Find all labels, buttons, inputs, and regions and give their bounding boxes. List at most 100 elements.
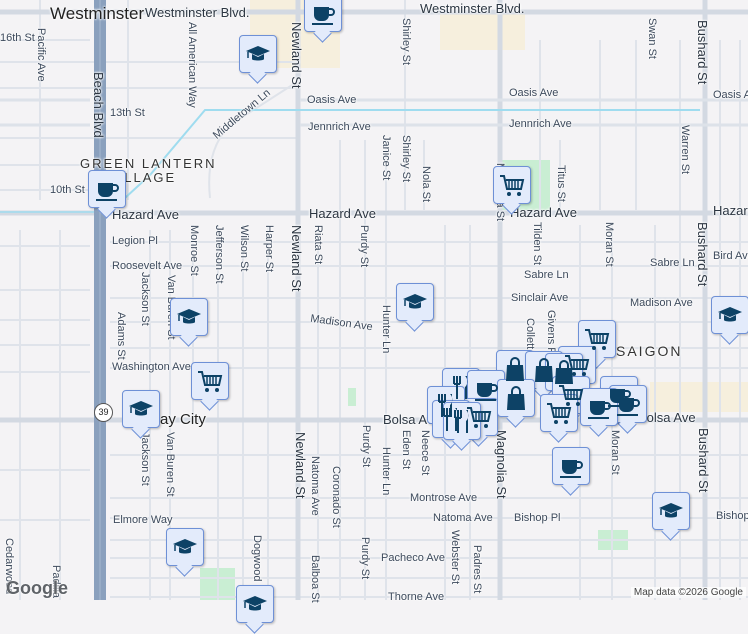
street-label: Purdy St bbox=[359, 537, 371, 580]
canal bbox=[124, 109, 700, 199]
street-label: Hazard Ave bbox=[112, 207, 179, 222]
street-label: Janice St bbox=[380, 135, 392, 181]
street-label: Dogwood bbox=[251, 535, 263, 582]
neighborhood-label: GREEN LANTERN bbox=[80, 156, 217, 171]
restaurant-marker[interactable] bbox=[443, 402, 481, 440]
street-label: Jennrich Ave bbox=[308, 121, 371, 133]
grocery-marker[interactable] bbox=[540, 394, 578, 432]
school-icon bbox=[173, 539, 197, 554]
street-label: Magnolia St bbox=[494, 430, 509, 499]
school-marker[interactable] bbox=[166, 528, 204, 566]
street-label: Oasis Ave bbox=[509, 87, 559, 99]
street-label: Pacific Ave bbox=[35, 28, 47, 82]
route-39-shield: 39 bbox=[94, 403, 113, 422]
street-label: Padres St bbox=[471, 545, 483, 594]
street-label: 13th St bbox=[110, 107, 145, 119]
street-label: Washington Ave bbox=[112, 361, 191, 373]
school-marker[interactable] bbox=[239, 35, 277, 73]
street-label: Bushard St bbox=[696, 428, 711, 493]
cart-icon bbox=[585, 329, 610, 350]
google-logo: Google bbox=[6, 578, 68, 598]
street-label: Roosevelt Ave bbox=[112, 260, 183, 272]
map-attribution[interactable]: Map data ©2026 Google bbox=[630, 587, 746, 598]
coffee-icon bbox=[588, 401, 611, 419]
street-label: Thorne Ave bbox=[388, 591, 445, 603]
street-label: Jefferson St bbox=[213, 225, 225, 284]
street-label: Natoma Ave bbox=[433, 512, 493, 524]
street-label: Westminster Blvd. bbox=[420, 1, 525, 16]
street-label: Hazard Ave bbox=[510, 205, 577, 220]
neighborhood-label: SAIGON bbox=[616, 343, 683, 359]
school-marker[interactable] bbox=[711, 296, 748, 334]
shopping-marker[interactable] bbox=[496, 350, 534, 388]
cafe-marker[interactable] bbox=[552, 447, 590, 485]
coffee-icon bbox=[96, 183, 119, 201]
city-label: Westminster bbox=[50, 4, 145, 23]
street-label: Purdy St bbox=[360, 425, 372, 468]
cafe-marker[interactable] bbox=[304, 0, 342, 32]
street-label: Sabre Ln bbox=[524, 269, 569, 281]
school-icon bbox=[129, 401, 153, 416]
street-label: Shirley St bbox=[400, 135, 412, 183]
grocery-marker[interactable] bbox=[191, 362, 229, 400]
street-label: Hazard Ave bbox=[309, 206, 376, 221]
street-label: Webster St bbox=[449, 530, 461, 585]
school-icon bbox=[718, 307, 742, 322]
school-marker[interactable] bbox=[236, 585, 274, 623]
street-label: Oasis Ave bbox=[713, 89, 748, 101]
coffee-icon bbox=[617, 398, 640, 416]
street-label: Bishop Pl bbox=[716, 510, 748, 522]
coffee-icon bbox=[560, 460, 583, 478]
street-label: Bushard St bbox=[695, 20, 710, 85]
cafe-marker[interactable] bbox=[580, 388, 618, 426]
street-label: Westminster Blvd. bbox=[145, 5, 250, 20]
street-label: Jackson St bbox=[139, 272, 151, 326]
bag-icon bbox=[506, 357, 524, 381]
street-label: Van Buren St bbox=[164, 432, 176, 497]
street-label: Adams St bbox=[115, 312, 127, 360]
street-label: Montrose Ave bbox=[410, 492, 478, 504]
street-label: Sinclair Ave bbox=[511, 292, 569, 304]
street-label: Hunter Ln bbox=[380, 447, 392, 496]
school-marker[interactable] bbox=[170, 298, 208, 336]
street-label: Newland St bbox=[293, 432, 308, 499]
street-label: Natoma Ave bbox=[309, 456, 321, 516]
cart-icon bbox=[500, 175, 525, 196]
grocery-marker[interactable] bbox=[493, 166, 531, 204]
street-label: Titus St bbox=[555, 165, 567, 202]
street-label: Harper St bbox=[263, 225, 275, 273]
street-label: All American Way bbox=[186, 22, 198, 108]
street-label: Hunter Ln bbox=[380, 305, 392, 354]
school-icon bbox=[177, 309, 201, 324]
street-label: Balboa St bbox=[309, 555, 321, 603]
street-label: Nola St bbox=[420, 166, 432, 203]
school-marker[interactable] bbox=[122, 390, 160, 428]
street-label: Hazard Ave bbox=[713, 203, 748, 218]
school-marker[interactable] bbox=[652, 492, 690, 530]
street-label: Bishop Pl bbox=[514, 512, 561, 524]
street-label: Moran St bbox=[609, 430, 621, 475]
school-icon bbox=[659, 503, 683, 518]
cafe-marker[interactable] bbox=[609, 385, 647, 423]
cafe-marker[interactable] bbox=[88, 170, 126, 208]
food-icon bbox=[454, 410, 469, 433]
street-label: Monroe St bbox=[188, 225, 200, 276]
street-label: Jackson St bbox=[139, 432, 151, 486]
street-label: Bushard St bbox=[695, 222, 710, 287]
street-label: Jennrich Ave bbox=[509, 118, 572, 130]
street-label: Newland St bbox=[289, 225, 304, 292]
street-label: Eden St bbox=[400, 430, 412, 470]
street-label: 10th St bbox=[50, 184, 85, 196]
shopping-marker[interactable] bbox=[497, 379, 535, 417]
street-label: Bird Ave bbox=[713, 250, 748, 262]
street-label: Shirley St bbox=[400, 18, 412, 66]
street-label: Coronado St bbox=[330, 466, 342, 528]
street-label: Newland St bbox=[289, 22, 304, 89]
street-label: Pacheco Ave bbox=[381, 552, 446, 564]
school-marker[interactable] bbox=[396, 283, 434, 321]
street-label: Madison Ave bbox=[630, 297, 693, 309]
coffee-icon bbox=[312, 7, 335, 25]
bag-icon bbox=[507, 386, 525, 410]
street-label: Oasis Ave bbox=[307, 94, 357, 106]
street-label: Warren St bbox=[679, 125, 691, 175]
